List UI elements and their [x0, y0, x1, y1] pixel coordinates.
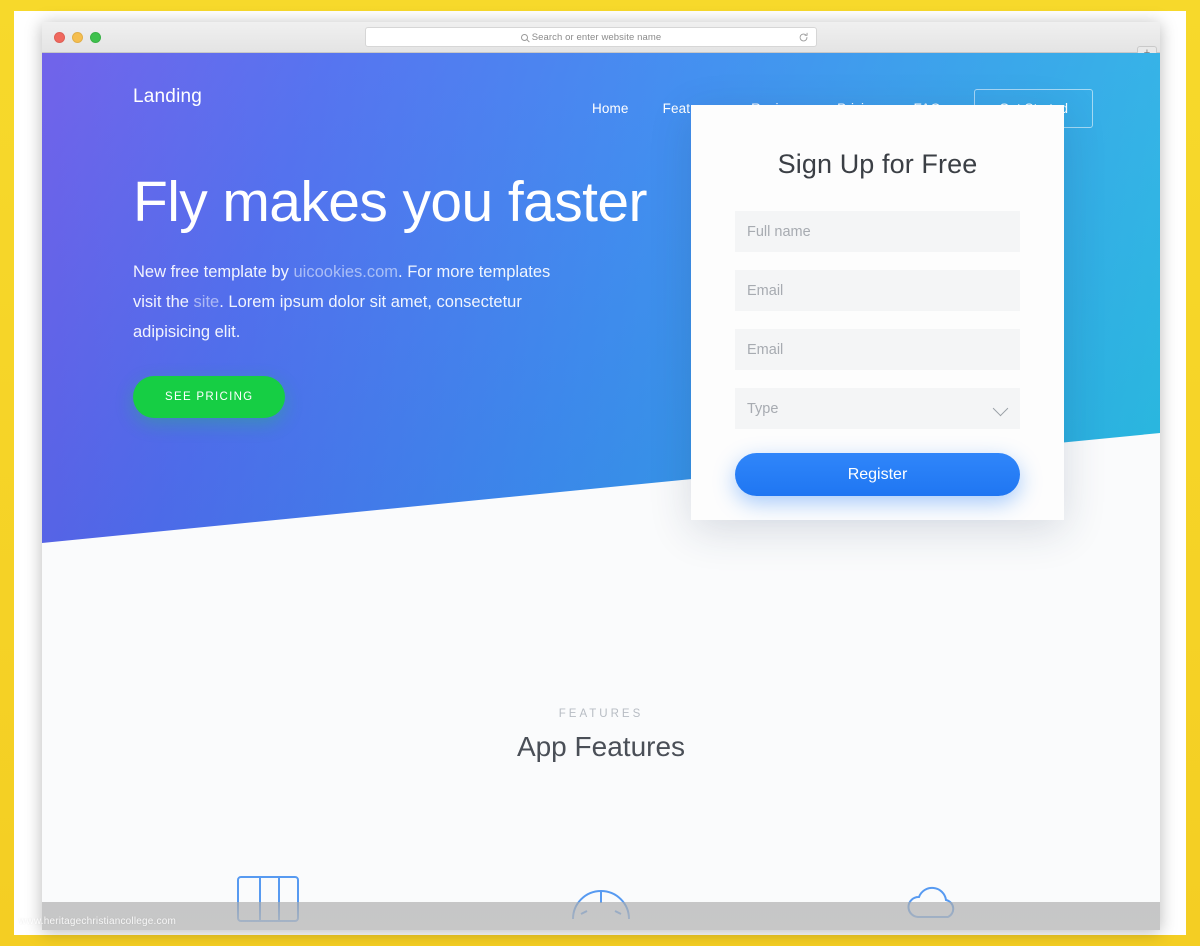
features-eyebrow: FEATURES	[558, 708, 644, 720]
address-bar-placeholder: Search or enter website name	[531, 31, 662, 43]
close-window-button[interactable]	[54, 32, 65, 43]
hero-paragraph: New free template by uicookies.com. For …	[133, 257, 573, 347]
browser-window: Search or enter website name + Landing	[42, 22, 1160, 930]
hero-link-site[interactable]: site	[194, 293, 220, 311]
register-button[interactable]: Register	[735, 453, 1020, 496]
page-viewport: Landing Home Features Reviews Pricing FA…	[42, 53, 1160, 930]
traffic-lights	[54, 32, 101, 43]
nav-item-home[interactable]: Home	[575, 101, 646, 116]
address-bar[interactable]: Search or enter website name	[365, 27, 817, 47]
chevron-down-icon	[992, 400, 1009, 416]
search-icon	[520, 33, 528, 41]
fullname-field[interactable]: Full name	[735, 211, 1020, 252]
email-field-1[interactable]: Email	[735, 270, 1020, 311]
bottom-fade-overlay	[42, 902, 1160, 930]
email-field-2[interactable]: Email	[735, 329, 1020, 370]
email-placeholder-2: Email	[747, 341, 784, 358]
features-title: App Features	[516, 731, 686, 762]
watermark: www.heritagechristiancollege.com	[19, 916, 177, 927]
hero-copy: Fly makes you faster New free template b…	[133, 173, 653, 418]
maximize-window-button[interactable]	[90, 32, 101, 43]
hero-link-uicookies[interactable]: uicookies.com	[294, 263, 399, 281]
reload-icon[interactable]	[798, 32, 809, 43]
type-select[interactable]: Type	[735, 388, 1020, 429]
minimize-window-button[interactable]	[72, 32, 83, 43]
fullname-placeholder: Full name	[747, 223, 811, 240]
address-bar-placeholder-wrap: Search or enter website name	[520, 31, 662, 43]
hero-paragraph-text-1: New free template by	[133, 263, 294, 281]
features-section: FEATURES App Features	[42, 553, 1160, 930]
browser-titlebar: Search or enter website name +	[42, 22, 1160, 62]
page-inner: Search or enter website name + Landing	[14, 11, 1186, 935]
hero-headline: Fly makes you faster	[133, 170, 647, 234]
see-pricing-button[interactable]: SEE PRICING	[133, 376, 286, 418]
type-select-value: Type	[747, 400, 779, 417]
page-frame: Search or enter website name + Landing	[0, 0, 1200, 946]
site-brand[interactable]: Landing	[133, 86, 202, 108]
signup-title: Sign Up for Free	[777, 149, 978, 179]
signup-card: Sign Up for Free Full name Email Email T…	[691, 105, 1064, 520]
email-placeholder-1: Email	[747, 282, 784, 299]
